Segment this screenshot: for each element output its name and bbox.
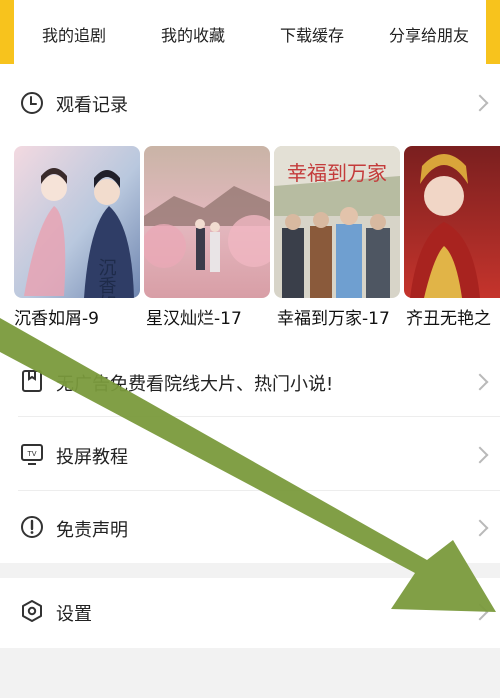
- promo-label: 无广告免费看院线大片、热门小说!: [56, 374, 334, 395]
- poster-image: 沉香如屑: [14, 146, 140, 298]
- tv-icon: TV: [21, 444, 43, 465]
- tab-my-favorites[interactable]: 我的收藏: [161, 22, 225, 46]
- poster-caption[interactable]: 沉香如屑-9: [14, 304, 99, 329]
- cast-tutorial-label: 投屏教程: [56, 447, 128, 468]
- divider: [18, 416, 500, 417]
- promo-menu-item[interactable]: 无广告免费看院线大片、热门小说!: [0, 346, 500, 416]
- chevron-right-icon: [471, 373, 489, 391]
- chevron-right-icon: [471, 446, 489, 464]
- bookmark-icon: [22, 370, 42, 392]
- poster-card[interactable]: [404, 146, 500, 298]
- clock-icon: [21, 92, 43, 114]
- disclaimer-menu-item[interactable]: 免责声明: [0, 493, 500, 563]
- settings-icon: [22, 600, 42, 622]
- chevron-right-icon: [471, 519, 489, 537]
- page-bottom: [0, 648, 500, 698]
- watch-history-carousel: 沉香如屑 沉香如屑-9 星汉灿烂-17 幸福到万家 幸福到万家-17 齐丑无艳之: [0, 146, 500, 336]
- watch-history-row[interactable]: 观看记录: [0, 64, 500, 142]
- poster-title-art: 幸福到万家: [287, 161, 387, 185]
- divider: [18, 490, 500, 491]
- settings-label: 设置: [56, 604, 92, 625]
- watch-history-label: 观看记录: [56, 95, 128, 116]
- poster-title-art: 沉香如屑: [96, 258, 117, 298]
- poster-image: [404, 146, 500, 298]
- tab-my-dramas[interactable]: 我的追剧: [42, 22, 106, 46]
- top-tab-bar: 我的追剧 我的收藏 下载缓存 分享给朋友: [0, 0, 500, 64]
- tab-downloads[interactable]: 下载缓存: [280, 22, 344, 46]
- poster-caption[interactable]: 齐丑无艳之: [406, 304, 491, 329]
- tab-share[interactable]: 分享给朋友: [389, 22, 469, 46]
- poster-image: [144, 146, 270, 298]
- poster-card[interactable]: [144, 146, 270, 298]
- poster-image: 幸福到万家: [274, 146, 400, 298]
- accent-strip-right: [486, 0, 500, 64]
- accent-strip-left: [0, 0, 14, 64]
- poster-card[interactable]: 沉香如屑: [14, 146, 140, 298]
- settings-menu-item[interactable]: 设置: [0, 578, 500, 648]
- chevron-right-icon: [471, 603, 489, 621]
- svg-text:TV: TV: [26, 450, 36, 458]
- section-gap: [0, 563, 500, 578]
- poster-card[interactable]: 幸福到万家: [274, 146, 400, 298]
- alert-icon: [21, 516, 43, 538]
- chevron-right-icon: [471, 94, 489, 112]
- poster-caption[interactable]: 幸福到万家-17: [277, 304, 390, 329]
- poster-caption[interactable]: 星汉灿烂-17: [146, 304, 242, 329]
- disclaimer-label: 免责声明: [56, 520, 128, 541]
- cast-tutorial-menu-item[interactable]: TV 投屏教程: [0, 420, 500, 490]
